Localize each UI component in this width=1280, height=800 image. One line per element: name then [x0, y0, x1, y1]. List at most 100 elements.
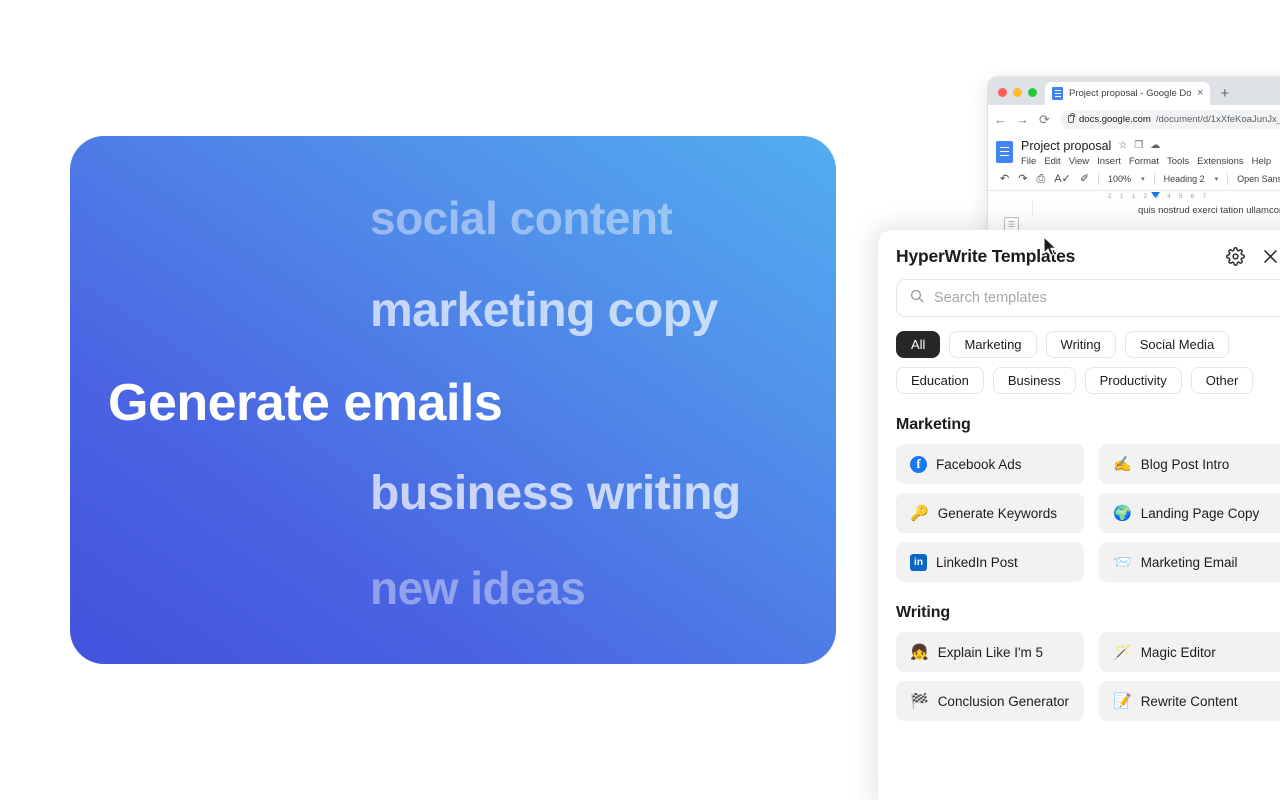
paint-format-icon[interactable]: ✐: [1080, 173, 1089, 185]
spellcheck-icon[interactable]: A✓: [1054, 173, 1071, 185]
search-icon: [909, 288, 925, 309]
menu-file[interactable]: File: [1021, 156, 1036, 167]
hero-line-marketing-copy: marketing copy: [370, 284, 718, 337]
template-card-facebook-ads[interactable]: f Facebook Ads: [896, 444, 1084, 484]
cloud-saved-icon: ☁: [1150, 140, 1161, 151]
key-icon: 🔑: [910, 504, 929, 522]
section-title-marketing: Marketing: [896, 416, 971, 433]
template-card-magic-editor[interactable]: 🪄 Magic Editor: [1099, 632, 1280, 672]
gear-icon[interactable]: [1226, 247, 1245, 266]
magic-wand-icon: 🪄: [1113, 643, 1132, 661]
browser-tab-title: Project proposal - Google Doc: [1069, 88, 1191, 99]
template-card-marketing-email[interactable]: 📨 Marketing Email: [1099, 542, 1280, 582]
browser-tab[interactable]: Project proposal - Google Doc ×: [1045, 82, 1211, 105]
lock-icon: [1068, 112, 1076, 123]
menu-help[interactable]: Help: [1252, 156, 1272, 167]
forward-icon[interactable]: →: [1016, 113, 1029, 126]
toolbar-divider-3: [1227, 173, 1229, 185]
filter-pill-writing[interactable]: Writing: [1045, 331, 1116, 358]
template-label: Generate Keywords: [937, 505, 1057, 521]
template-label: Conclusion Generator: [937, 693, 1070, 709]
browser-window: Project proposal - Google Doc × + ← → ⟳ …: [988, 77, 1280, 242]
template-grid-marketing: f Facebook Ads ✍️ Blog Post Intro 🔑 Gene…: [896, 444, 1280, 582]
close-window-dot[interactable]: [998, 88, 1007, 97]
google-docs-logo-icon: [996, 141, 1013, 163]
hero-gradient-card: social content marketing copy Generate e…: [70, 136, 836, 664]
template-card-landing-page-copy[interactable]: 🌍 Landing Page Copy: [1099, 493, 1280, 533]
font-select[interactable]: Open Sans ▾: [1237, 174, 1280, 184]
filter-pill-marketing[interactable]: Marketing: [949, 331, 1037, 358]
chevron-down-icon: ▾: [1214, 176, 1219, 183]
menu-view[interactable]: View: [1069, 156, 1089, 167]
filter-pill-education[interactable]: Education: [896, 367, 984, 394]
template-card-generate-keywords[interactable]: 🔑 Generate Keywords: [896, 493, 1084, 533]
browser-tabstrip: Project proposal - Google Doc × +: [988, 77, 1280, 105]
docs-page-gutter: [1032, 201, 1033, 216]
template-card-rewrite-content[interactable]: 📝 Rewrite Content: [1099, 681, 1280, 721]
child-icon: 👧: [910, 643, 929, 661]
docs-menubar: File Edit View Insert Format Tools Exten…: [1021, 156, 1271, 167]
memo-icon: 📝: [1113, 692, 1132, 710]
toolbar-divider: [1098, 173, 1100, 185]
menu-extensions[interactable]: Extensions: [1197, 156, 1243, 167]
filter-pill-other[interactable]: Other: [1190, 367, 1254, 394]
docs-page[interactable]: ☰ quis nostrud exerci tation ullamcorper…: [988, 201, 1280, 232]
template-label: Rewrite Content: [1140, 693, 1238, 709]
print-icon[interactable]: ⎙: [1036, 173, 1045, 185]
template-card-blog-post-intro[interactable]: ✍️ Blog Post Intro: [1099, 444, 1280, 484]
docs-header: Project proposal ☆ ❐ ☁ File Edit View In…: [988, 133, 1280, 167]
font-value: Open Sans: [1237, 174, 1280, 184]
redo-icon[interactable]: ↷: [1018, 173, 1027, 185]
filter-pill-all[interactable]: All: [896, 331, 941, 358]
template-card-explain-like-im-5[interactable]: 👧 Explain Like I'm 5: [896, 632, 1084, 672]
url-path: /document/d/1xXfeKoaJunJx_zFe: [1155, 113, 1280, 125]
facebook-icon: f: [910, 455, 927, 473]
docs-ruler[interactable]: 2 1 1 2 3 4 5 6 7: [988, 190, 1280, 201]
template-label: Blog Post Intro: [1140, 456, 1230, 472]
reload-icon[interactable]: ⟳: [1038, 113, 1051, 126]
paragraph-style-value: Heading 2: [1163, 174, 1205, 184]
hyperwrite-templates-panel: HyperWrite Templates Search templates Al…: [878, 230, 1280, 800]
toolbar-divider-2: [1153, 173, 1155, 185]
menu-insert[interactable]: Insert: [1097, 156, 1121, 167]
search-input[interactable]: [934, 290, 1280, 306]
search-templates-box[interactable]: [896, 279, 1280, 317]
new-tab-button[interactable]: +: [1220, 86, 1229, 101]
incoming-envelope-icon: 📨: [1113, 553, 1132, 571]
template-grid-writing: 👧 Explain Like I'm 5 🪄 Magic Editor 🏁 Co…: [896, 632, 1280, 721]
menu-edit[interactable]: Edit: [1044, 156, 1060, 167]
screen: social content marketing copy Generate e…: [0, 0, 1280, 800]
section-title-writing: Writing: [896, 604, 951, 621]
docs-document-title[interactable]: Project proposal: [1021, 139, 1111, 153]
paragraph-style-select[interactable]: Heading 2 ▾: [1164, 174, 1219, 184]
filter-pill-business[interactable]: Business: [992, 367, 1076, 394]
browser-url-bar: ← → ⟳ docs.google.com/document/d/1xXfeKo…: [988, 105, 1280, 133]
template-label: Explain Like I'm 5: [937, 644, 1044, 660]
undo-icon[interactable]: ↶: [1000, 173, 1009, 185]
zoom-select[interactable]: 100% ▾: [1108, 174, 1145, 184]
filter-pill-productivity[interactable]: Productivity: [1084, 367, 1182, 394]
template-card-conclusion-generator[interactable]: 🏁 Conclusion Generator: [896, 681, 1084, 721]
linkedin-icon: in: [910, 553, 927, 571]
back-icon[interactable]: ←: [994, 113, 1007, 126]
google-docs-favicon: [1052, 87, 1063, 100]
maximize-window-dot[interactable]: [1028, 88, 1037, 97]
panel-header: HyperWrite Templates: [896, 230, 1280, 279]
template-label: Magic Editor: [1140, 644, 1216, 660]
url-domain: docs.google.com: [1079, 113, 1151, 125]
address-input[interactable]: docs.google.com/document/d/1xXfeKoaJunJx…: [1060, 109, 1280, 129]
window-traffic-lights[interactable]: [996, 88, 1045, 105]
hero-line-generate-emails: Generate emails: [108, 374, 503, 432]
close-tab-icon[interactable]: ×: [1197, 88, 1203, 99]
menu-format[interactable]: Format: [1129, 156, 1159, 167]
move-to-folder-icon[interactable]: ❐: [1134, 141, 1143, 151]
template-label: LinkedIn Post: [936, 554, 1018, 570]
category-filter-list: All Marketing Writing Social Media Educa…: [896, 331, 1280, 394]
template-card-linkedin-post[interactable]: in LinkedIn Post: [896, 542, 1084, 582]
filter-pill-social-media[interactable]: Social Media: [1124, 331, 1230, 358]
minimize-window-dot[interactable]: [1013, 88, 1022, 97]
star-icon[interactable]: ☆: [1118, 141, 1127, 151]
template-label: Facebook Ads: [936, 456, 1022, 472]
menu-tools[interactable]: Tools: [1167, 156, 1189, 167]
close-icon[interactable]: [1261, 247, 1280, 266]
